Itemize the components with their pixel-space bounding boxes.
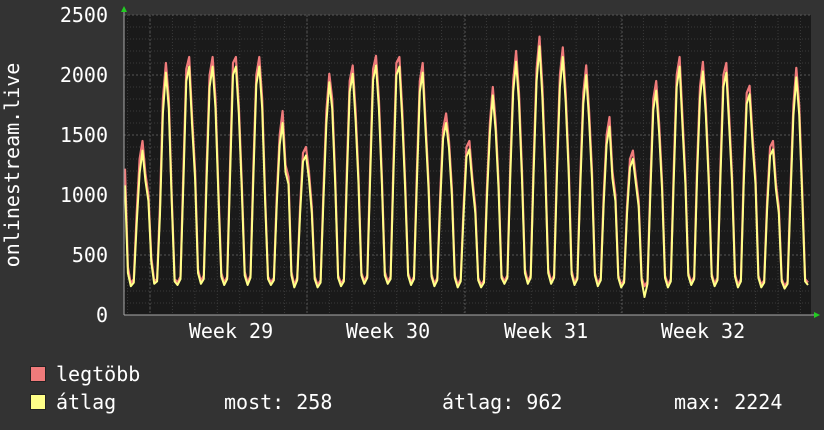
x-tick-label: Week 29 xyxy=(189,319,273,343)
y-tick-label: 0 xyxy=(96,303,108,327)
legend-item-avg: átlag xyxy=(30,390,116,414)
y-axis-label: onlinestream.live xyxy=(0,63,24,268)
y-tick-label: 2000 xyxy=(60,63,108,87)
stat-current: most: 258 xyxy=(224,390,333,414)
y-tick-label: 1500 xyxy=(60,123,108,147)
avg-series-swatch xyxy=(30,394,46,410)
x-tick-label: Week 31 xyxy=(504,319,588,343)
stat-maximum: max: 2224 xyxy=(674,390,783,414)
y-tick-label: 1000 xyxy=(60,183,108,207)
legend-label-avg: átlag xyxy=(56,390,117,414)
y-tick-label: 2500 xyxy=(60,3,108,27)
x-tick-label: Week 32 xyxy=(661,319,745,343)
legend-item-max: legtöbb xyxy=(30,362,140,386)
stat-average: átlag: 962 xyxy=(442,390,563,414)
y-tick-label: 500 xyxy=(72,243,108,267)
x-tick-label: Week 30 xyxy=(346,319,430,343)
legend-label-max: legtöbb xyxy=(56,362,141,386)
max-series-swatch xyxy=(30,366,46,382)
